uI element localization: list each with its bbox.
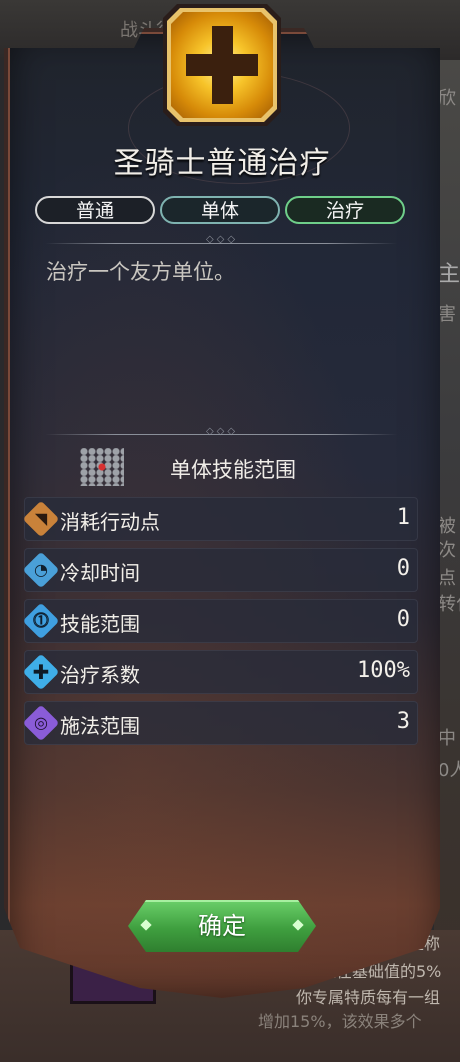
stat-row-cast-range: ◎ 施法范围 3: [22, 701, 418, 745]
divider: [45, 243, 397, 244]
stat-value: 0: [396, 607, 410, 632]
confirm-button-label: 确定: [198, 912, 246, 940]
stat-label: 施法范围: [60, 714, 140, 738]
background-side-text: 点: [438, 568, 456, 589]
stat-value: 100%: [357, 658, 410, 683]
stat-row-skill-range: ⓵ 技能范围 0: [22, 599, 418, 643]
stat-value: 0: [396, 556, 410, 581]
background-line: 增加15%，该效果多个: [258, 1012, 422, 1031]
skill-name: 圣骑士普通治疗: [113, 146, 331, 181]
stat-label: 消耗行动点: [60, 510, 160, 534]
background-side-text: 主: [438, 262, 460, 287]
hex-grid-icon: [80, 448, 124, 486]
holy-cross-icon: [171, 12, 273, 118]
stat-row-heal-coefficient: ✚ 治疗系数 100%: [22, 650, 418, 694]
stat-row-action-cost: ◥ 消耗行动点 1: [22, 497, 418, 541]
confirm-button[interactable]: 确定: [128, 900, 316, 952]
background-side-text: 害: [438, 304, 456, 325]
tag-single-target: 单体: [160, 196, 280, 224]
stat-label: 冷却时间: [60, 561, 140, 585]
background-line: 你专属特质每有一组: [296, 988, 441, 1007]
background-side-text: 欣: [438, 88, 456, 109]
stat-value: 1: [396, 505, 410, 530]
stat-label: 技能范围: [60, 612, 140, 636]
background-side-text: 转化: [438, 594, 460, 615]
background-side-text: 中: [438, 728, 456, 749]
range-title: 单体技能范围: [170, 458, 296, 482]
skill-description: 治疗一个友方单位。: [46, 260, 235, 284]
tag-normal: 普通: [35, 196, 155, 224]
skill-icon-frame: [163, 4, 281, 126]
stat-label: 治疗系数: [60, 663, 140, 687]
stat-value: 3: [396, 709, 410, 734]
background-side-text: 0人: [438, 760, 460, 781]
tag-heal: 治疗: [285, 196, 405, 224]
cross-horizontal: [186, 54, 258, 76]
background-side-text: 次: [438, 540, 456, 561]
background-side-text: 被: [438, 516, 456, 537]
divider-ornament: ◇◇◇: [205, 426, 239, 437]
divider: [45, 434, 397, 435]
stat-row-cooldown: ◔ 冷却时间 0: [22, 548, 418, 592]
